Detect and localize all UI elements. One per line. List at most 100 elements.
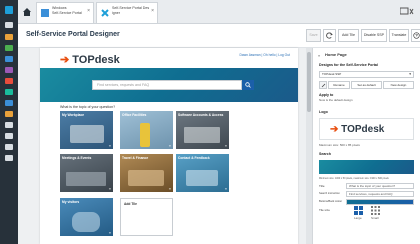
- rail-item-icon[interactable]: [5, 45, 13, 51]
- tile-image-detail: [128, 170, 164, 186]
- tile-label: Software Accounts & Access: [178, 113, 224, 117]
- help-button[interactable]: [411, 29, 420, 42]
- left-nav-rail: [0, 0, 18, 244]
- search-band[interactable]: Find services, requests and FAQ: [40, 68, 298, 102]
- rail-item-icon[interactable]: [5, 78, 13, 84]
- tile-image-detail: [66, 172, 106, 186]
- tile-image-detail: [186, 170, 218, 186]
- tile-my-workplace[interactable]: My Workplace »: [60, 111, 113, 149]
- set-as-default-button[interactable]: Set as default: [351, 81, 382, 89]
- apply-to-heading: Apply to: [319, 93, 334, 97]
- save-button[interactable]: Save: [306, 29, 321, 42]
- help-icon: [413, 32, 420, 39]
- tile-software-accounts[interactable]: Software Accounts & Access »: [176, 111, 229, 149]
- portal-search-input[interactable]: Find services, requests and FAQ: [92, 80, 242, 90]
- search-background-upload[interactable]: [319, 160, 414, 174]
- tile-meetings-events[interactable]: Meetings & Events »: [60, 154, 113, 192]
- topic-question: What is the topic of your question?: [60, 105, 116, 109]
- header-links[interactable]: Dawn Assman | Oh hello | Log Out: [240, 53, 290, 57]
- portal-logo[interactable]: ➔ TOPdesk: [60, 53, 120, 66]
- rename-button[interactable]: Rename: [328, 81, 350, 89]
- tile-size-label: Tile size: [319, 208, 330, 212]
- chevron-right-icon: »: [108, 143, 111, 148]
- tile-small-icon[interactable]: [371, 206, 380, 215]
- rail-item-icon[interactable]: [5, 34, 13, 40]
- tab-bar: Windows Self-Service Portal × Self-Servi…: [18, 0, 420, 24]
- buttons-colour-label: Buttons/Back colour: [319, 200, 343, 203]
- rail-item-icon[interactable]: [5, 122, 13, 128]
- properties-panel: « Home Page Designs for the Self-Service…: [312, 48, 420, 244]
- refresh-button[interactable]: [323, 29, 336, 42]
- rail-item-icon[interactable]: [5, 89, 13, 95]
- design-canvas: ➔ TOPdesk Dawn Assman | Oh hello | Log O…: [18, 48, 312, 244]
- panel-title: Home Page: [325, 52, 347, 57]
- search-icon: [245, 82, 251, 88]
- rail-item-icon[interactable]: [5, 111, 13, 117]
- tile-label: Contact & Feedback: [178, 156, 210, 160]
- rail-item-icon[interactable]: [5, 56, 13, 62]
- close-icon[interactable]: ×: [87, 8, 90, 14]
- refresh-icon: [326, 32, 333, 39]
- chevron-down-icon: ▾: [409, 72, 411, 76]
- tile-label: Meetings & Events: [62, 156, 92, 160]
- add-tile-button[interactable]: Add Tile: [338, 29, 359, 42]
- portal-preview: ➔ TOPdesk Dawn Assman | Oh hello | Log O…: [40, 48, 298, 244]
- disable-ssp-button[interactable]: Disable SSP: [361, 29, 387, 42]
- tile-label: Travel & Finance: [122, 156, 149, 160]
- tile-my-visitors[interactable]: My visitors »: [60, 198, 113, 236]
- chevron-right-icon: »: [108, 186, 111, 191]
- tile-label: My visitors: [62, 200, 80, 204]
- app-window: Windows Self-Service Portal × Self-Servi…: [0, 0, 420, 244]
- tile-label: Office Facilities: [122, 113, 147, 117]
- tile-label: My Workplace: [62, 113, 85, 117]
- chevron-right-icon: »: [224, 143, 227, 148]
- close-icon[interactable]: ×: [151, 8, 154, 14]
- chevron-right-icon: »: [224, 186, 227, 191]
- logo-preview-text: TOPdesk: [341, 124, 385, 135]
- rail-item-icon[interactable]: [5, 144, 13, 150]
- logo-preview: ➔ TOPdesk: [330, 124, 384, 135]
- tile-large-label: Large: [354, 216, 362, 220]
- buttons-colour-input[interactable]: [346, 199, 414, 205]
- tile-small-label: Small: [371, 216, 379, 220]
- edit-design-button[interactable]: [319, 81, 327, 89]
- tab-ssp-designer[interactable]: Self-Service Portal Des igner ×: [96, 2, 158, 23]
- collapse-icon[interactable]: «: [318, 53, 320, 58]
- search-button[interactable]: [242, 80, 254, 90]
- chevron-right-icon: »: [108, 230, 111, 235]
- tab-line2: igner: [112, 10, 120, 15]
- rail-logo-icon[interactable]: [5, 6, 13, 14]
- windows-icon: [41, 9, 49, 17]
- designer-toolbar: Self-Service Portal Designer Save Add Ti…: [18, 24, 420, 48]
- add-tile-placeholder[interactable]: Add Tile: [120, 198, 173, 236]
- logo-hint: Maximum size: 500 x 85 pixels: [319, 143, 360, 147]
- scrollbar-thumb[interactable]: [307, 52, 311, 112]
- tile-image-detail: [70, 125, 104, 143]
- rail-item-icon[interactable]: [5, 67, 13, 73]
- search-heading: Search: [319, 152, 331, 156]
- designer-cross-icon: [101, 9, 109, 17]
- rail-item-icon[interactable]: [5, 155, 13, 161]
- home-icon[interactable]: [22, 7, 32, 17]
- rail-search-icon[interactable]: [5, 22, 13, 28]
- tile-image-detail: [72, 212, 100, 232]
- translate-button[interactable]: Translate: [389, 29, 409, 42]
- tab-ssp-windows[interactable]: Windows Self-Service Portal ×: [36, 2, 94, 23]
- logo-text: TOPdesk: [72, 54, 120, 66]
- tile-travel-finance[interactable]: Travel & Finance »: [120, 154, 173, 192]
- tile-office-facilities[interactable]: Office Facilities »: [120, 111, 173, 149]
- tile-contact-feedback[interactable]: Contact & Feedback »: [176, 154, 229, 192]
- window-tools-icon[interactable]: [400, 7, 414, 16]
- rail-item-icon[interactable]: [5, 100, 13, 106]
- new-design-button[interactable]: New design: [383, 81, 414, 89]
- design-select[interactable]: TOPdesk SSP ▾: [319, 71, 414, 78]
- portal-header: ➔ TOPdesk Dawn Assman | Oh hello | Log O…: [40, 48, 298, 66]
- title-input[interactable]: What is the topic of your question?: [346, 183, 414, 189]
- rail-item-icon[interactable]: [5, 133, 13, 139]
- search-instruction-input[interactable]: Find services, requests and FAQ: [346, 191, 414, 197]
- logo-upload[interactable]: ➔ TOPdesk: [319, 118, 414, 140]
- tab-line2: Self-Service Portal: [52, 10, 82, 15]
- tile-large-icon[interactable]: [354, 206, 363, 215]
- title-label: Title: [319, 184, 325, 188]
- designs-heading: Designs for the Self-Service Portal: [319, 63, 378, 67]
